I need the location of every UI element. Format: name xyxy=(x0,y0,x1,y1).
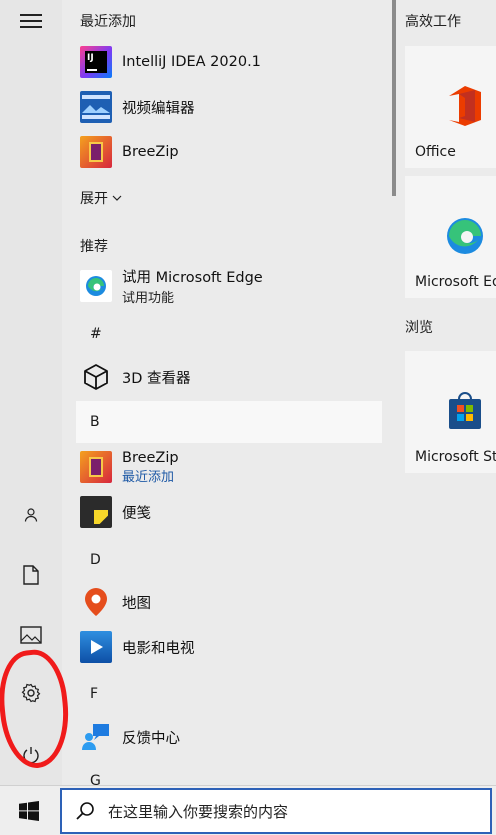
search-icon xyxy=(62,790,108,832)
app-name: BreeZip xyxy=(122,144,179,160)
breezip-icon xyxy=(80,451,112,483)
recent-header: 最近添加 xyxy=(80,14,136,30)
tile-store[interactable]: Microsoft Store xyxy=(405,351,496,473)
tile-label: Microsoft Store xyxy=(415,449,496,465)
hamburger-menu-icon[interactable] xyxy=(20,14,42,28)
expand-button[interactable]: 展开 xyxy=(80,188,122,208)
app-intellij[interactable]: IJ IntelliJ IDEA 2020.1 xyxy=(76,40,382,84)
app-name: 地图 xyxy=(122,595,151,612)
video-editor-icon xyxy=(80,91,112,123)
edge-icon xyxy=(447,218,483,254)
letter-header-f[interactable]: F xyxy=(76,674,382,714)
app-name: 反馈中心 xyxy=(122,730,180,747)
app-name: 电影和电视 xyxy=(122,640,195,657)
cube-icon xyxy=(80,361,112,393)
app-video-editor[interactable]: 视频编辑器 xyxy=(76,85,382,129)
app-breezip-b[interactable]: BreeZip 最近添加 xyxy=(76,445,382,489)
app-name: 视频编辑器 xyxy=(122,100,195,117)
windows-start-button[interactable] xyxy=(0,786,58,835)
letter-header-d[interactable]: D xyxy=(76,540,382,580)
office-icon xyxy=(449,86,481,126)
app-sticky-notes[interactable]: 便笺 xyxy=(76,490,382,534)
tile-group-title: 高效工作 xyxy=(405,14,461,30)
app-subtitle: 试用功能 xyxy=(122,291,175,306)
taskbar: 在这里输入你要搜索的内容 xyxy=(0,785,496,835)
app-breezip[interactable]: BreeZip xyxy=(76,130,382,174)
app-movies-tv[interactable]: 电影和电视 xyxy=(76,625,382,669)
search-box[interactable]: 在这里输入你要搜索的内容 xyxy=(60,788,492,834)
app-list: 最近添加 IJ IntelliJ IDEA 2020.1 视频编辑器 BreeZ… xyxy=(62,0,394,785)
app-name: BreeZip xyxy=(122,449,179,466)
app-name: 3D 查看器 xyxy=(122,370,191,387)
tile-label: Microsoft Edge xyxy=(415,274,496,290)
start-rail xyxy=(0,0,62,785)
tile-area: 高效工作 Office Microsoft Edge 浏览 Microsoft … xyxy=(396,0,496,785)
intellij-icon: IJ xyxy=(80,46,112,78)
store-icon xyxy=(449,392,481,429)
windows-logo-icon xyxy=(19,801,39,821)
tile-office[interactable]: Office xyxy=(405,46,496,168)
app-name: 便笺 xyxy=(122,505,151,522)
breezip-icon xyxy=(80,136,112,168)
map-pin-icon xyxy=(80,586,112,618)
tile-edge[interactable]: Microsoft Edge xyxy=(405,176,496,298)
app-maps[interactable]: 地图 xyxy=(76,580,382,624)
app-name: IntelliJ IDEA 2020.1 xyxy=(122,54,261,70)
search-placeholder: 在这里输入你要搜索的内容 xyxy=(108,802,289,821)
feedback-hub-icon xyxy=(80,721,112,753)
pictures-icon[interactable] xyxy=(16,620,46,650)
app-edge-recommend[interactable]: 试用 Microsoft Edge 试用功能 xyxy=(76,264,382,308)
recommended-header: 推荐 xyxy=(80,239,108,255)
sticky-notes-icon xyxy=(80,496,112,528)
edge-icon xyxy=(80,270,112,302)
tile-group-title: 浏览 xyxy=(405,320,433,336)
app-subtitle: 最近添加 xyxy=(122,469,175,485)
tile-label: Office xyxy=(415,144,456,160)
letter-header-hash[interactable]: # xyxy=(76,314,382,354)
letter-header-g[interactable]: G xyxy=(76,768,382,785)
power-icon[interactable] xyxy=(16,740,46,770)
settings-gear-icon[interactable] xyxy=(16,678,46,708)
expand-label: 展开 xyxy=(80,191,108,207)
movies-tv-icon xyxy=(80,631,112,663)
app-name: 试用 Microsoft Edge xyxy=(122,270,263,286)
document-icon[interactable] xyxy=(16,560,46,590)
letter-header-b[interactable]: B xyxy=(76,401,382,443)
chevron-down-icon xyxy=(112,195,122,201)
app-feedback-hub[interactable]: 反馈中心 xyxy=(76,715,382,759)
app-3d-viewer[interactable]: 3D 查看器 xyxy=(76,355,382,399)
user-icon[interactable] xyxy=(16,500,46,530)
